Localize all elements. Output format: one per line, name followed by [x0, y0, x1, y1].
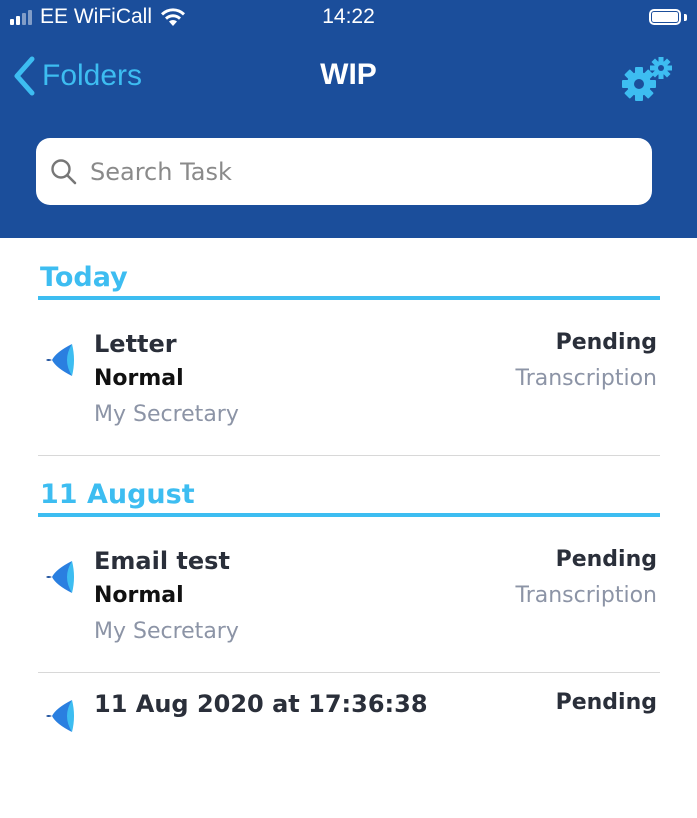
section-underline [38, 513, 660, 517]
task-stage: Transcription [515, 366, 658, 391]
task-priority: Normal [94, 583, 184, 608]
task-assignee: My Secretary [94, 402, 239, 427]
task-row[interactable]: Email test Normal My Secretary Pending T… [38, 539, 660, 675]
task-priority: Normal [94, 366, 184, 391]
section-title-today: Today [40, 262, 128, 293]
settings-gear-icon[interactable] [619, 54, 675, 104]
section-title-11-august: 11 August [40, 479, 195, 510]
search-icon [51, 158, 77, 184]
battery-icon [649, 9, 687, 27]
task-status: Pending [555, 330, 657, 355]
task-type-icon [46, 700, 74, 732]
status-bar: EE WiFiCall 14:22 [0, 0, 697, 40]
page-title: WIP [320, 58, 377, 91]
search-input[interactable] [88, 156, 612, 187]
task-name: Letter [94, 330, 177, 358]
task-status: Pending [555, 690, 657, 715]
search-bar[interactable] [36, 138, 652, 205]
row-divider [38, 672, 660, 673]
row-divider [38, 455, 660, 456]
task-name: Email test [94, 547, 230, 575]
task-row[interactable]: 11 Aug 2020 at 17:36:38 Pending [38, 682, 660, 818]
header: EE WiFiCall 14:22 Folders WIP [0, 0, 697, 238]
status-time: 14:22 [322, 5, 375, 28]
task-assignee: My Secretary [94, 619, 239, 644]
task-name: 11 Aug 2020 at 17:36:38 [94, 690, 428, 718]
nav-bar: Folders WIP [0, 52, 697, 104]
task-type-icon [46, 561, 74, 593]
task-status: Pending [555, 547, 657, 572]
task-row[interactable]: Letter Normal My Secretary Pending Trans… [38, 322, 660, 458]
task-stage: Transcription [515, 583, 658, 608]
task-type-icon [46, 344, 74, 376]
section-underline [38, 296, 660, 300]
